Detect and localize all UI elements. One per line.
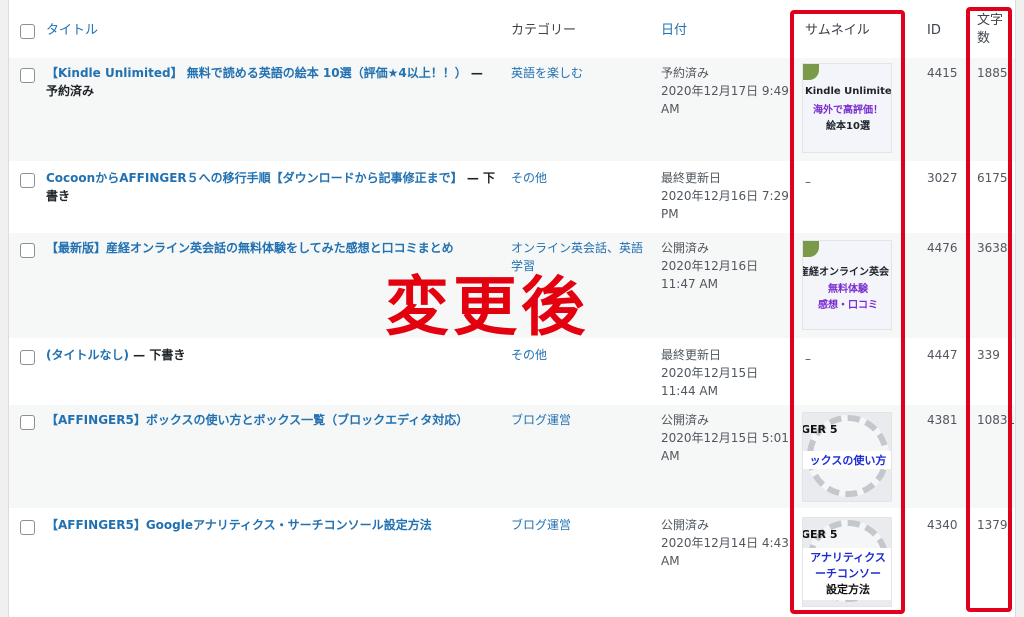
post-category-link[interactable]: ブログ運営 [511, 516, 651, 534]
row-checkbox[interactable] [20, 350, 35, 365]
post-title-link[interactable]: CocoonからAFFINGER５への移行手順【ダウンロードから記事修正まで】 [46, 171, 463, 185]
post-id: 4340 [927, 518, 958, 532]
row-checkbox[interactable] [20, 68, 35, 83]
post-title-link[interactable]: 【AFFINGER5】Googleアナリティクス・サーチコンソール設定方法 [46, 518, 432, 532]
post-date: 最終更新日 2020年12月15日 11:44 AM [661, 346, 796, 400]
post-title: CocoonからAFFINGER５への移行手順【ダウンロードから記事修正まで】 … [46, 169, 498, 205]
post-title: 【最新版】産経オンライン英会話の無料体験をしてみた感想と口コミまとめ [46, 239, 498, 257]
post-title-link[interactable]: 【AFFINGER5】ボックスの使い方とボックス一覧（ブロックエディタ対応） [46, 413, 468, 427]
post-id: 3027 [927, 171, 958, 185]
overlay-caption: 変更後 [385, 271, 589, 345]
post-id: 4476 [927, 241, 958, 255]
post-date-status: 最終更新日 [661, 171, 722, 185]
post-date-value: 2020年12月16日 7:29 PM [661, 189, 789, 221]
post-date-status: 公開済み [661, 413, 710, 427]
column-date-header[interactable]: 日付 [661, 22, 687, 40]
post-title-link[interactable]: (タイトルなし) [46, 348, 129, 362]
post-date: 公開済み 2020年12月14日 4:43 AM [661, 516, 796, 570]
column-category-header: カテゴリー [511, 23, 577, 38]
post-date: 公開済み 2020年12月16日 11:47 AM [661, 239, 796, 293]
post-date-status: 公開済み [661, 241, 710, 255]
post-date-value: 2020年12月15日 5:01 AM [661, 431, 789, 463]
row-checkbox[interactable] [20, 520, 35, 535]
post-title: 【AFFINGER5】ボックスの使い方とボックス一覧（ブロックエディタ対応） [46, 411, 498, 429]
row-checkbox[interactable] [20, 243, 35, 258]
post-state: — 下書き [128, 348, 186, 362]
post-date: 予約済み 2020年12月17日 9:49 AM [661, 64, 796, 118]
post-date-status: 最終更新日 [661, 348, 722, 362]
post-date-status: 公開済み [661, 518, 710, 532]
post-category-link[interactable]: ブログ運営 [511, 411, 651, 429]
post-id: 4447 [927, 348, 958, 362]
thumbnail-column-highlight [790, 10, 905, 614]
post-title: 【AFFINGER5】Googleアナリティクス・サーチコンソール設定方法 [46, 516, 498, 534]
column-title-header[interactable]: タイトル [46, 22, 98, 40]
post-date-value: 2020年12月16日 11:47 AM [661, 259, 759, 291]
column-id-header: ID [927, 23, 941, 38]
post-date-value: 2020年12月14日 4:43 AM [661, 536, 789, 568]
post-title-link[interactable]: 【Kindle Unlimited】 無料で読める英語の絵本 10選（評価★4以… [46, 66, 467, 80]
row-checkbox[interactable] [20, 173, 35, 188]
post-date-value: 2020年12月15日 11:44 AM [661, 366, 759, 398]
post-id: 4381 [927, 413, 958, 427]
post-category-link[interactable]: その他 [511, 169, 651, 187]
post-category-link[interactable]: 英語を楽しむ [511, 64, 651, 82]
post-date-status: 予約済み [661, 66, 710, 80]
row-checkbox[interactable] [20, 415, 35, 430]
post-title: (タイトルなし) — 下書き [46, 346, 498, 364]
post-title: 【Kindle Unlimited】 無料で読める英語の絵本 10選（評価★4以… [46, 64, 498, 100]
post-title-link[interactable]: 【最新版】産経オンライン英会話の無料体験をしてみた感想と口コミまとめ [46, 241, 454, 255]
select-all-checkbox[interactable] [20, 24, 35, 39]
post-date-value: 2020年12月17日 9:49 AM [661, 84, 789, 116]
post-date: 公開済み 2020年12月15日 5:01 AM [661, 411, 796, 465]
post-id: 4415 [927, 66, 958, 80]
post-category-link[interactable]: その他 [511, 346, 651, 364]
post-date: 最終更新日 2020年12月16日 7:29 PM [661, 169, 796, 223]
word-count-column-highlight [966, 7, 1012, 612]
